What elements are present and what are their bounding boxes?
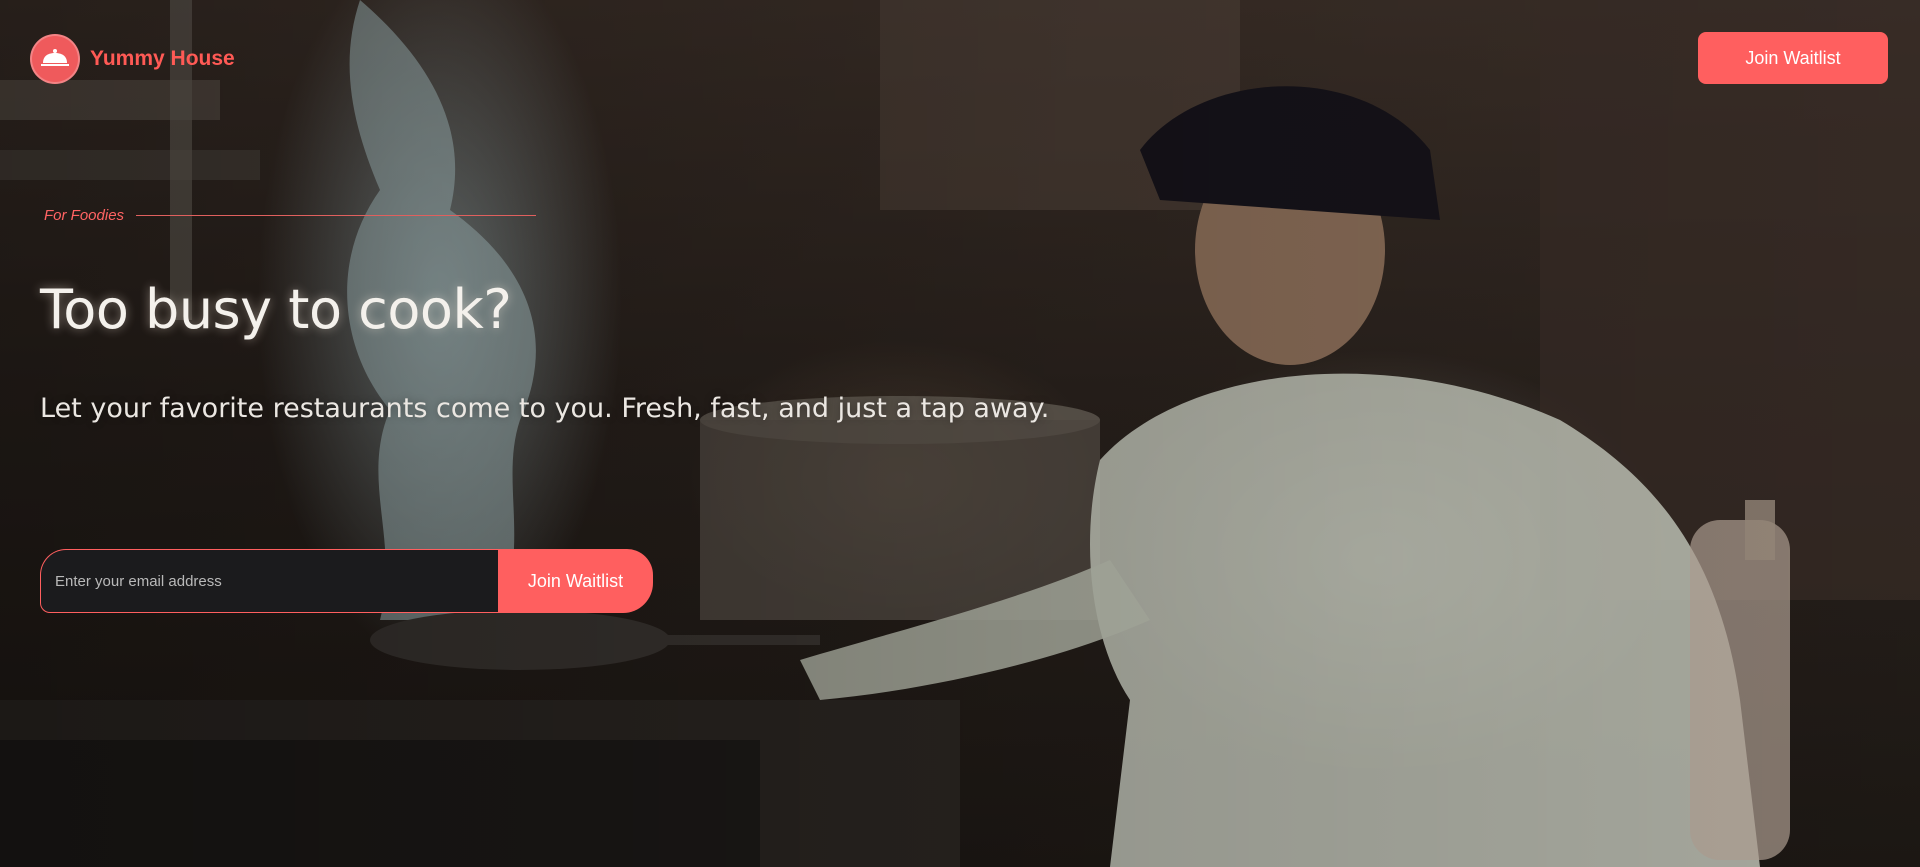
hero-headline: Too busy to cook?	[40, 278, 512, 341]
email-input[interactable]	[40, 549, 498, 613]
hero-section: Yummy House Join Waitlist For Foodies To…	[0, 0, 1920, 867]
eyebrow-divider	[136, 215, 537, 216]
brand-name: Yummy House	[90, 47, 235, 70]
join-waitlist-button[interactable]: Join Waitlist	[498, 549, 653, 613]
hero-subheadline: Let your favorite restaurants come to yo…	[40, 393, 1050, 424]
nav-join-waitlist-button[interactable]: Join Waitlist	[1698, 32, 1888, 84]
waitlist-form: Join Waitlist	[40, 549, 653, 613]
background-overlay	[0, 0, 1920, 867]
eyebrow-text: For Foodies	[44, 207, 125, 224]
hero-eyebrow: For Foodies	[44, 207, 537, 224]
cloche-icon-glyph	[41, 49, 69, 66]
brand[interactable]: Yummy House	[30, 34, 235, 84]
cloche-icon	[30, 34, 80, 84]
